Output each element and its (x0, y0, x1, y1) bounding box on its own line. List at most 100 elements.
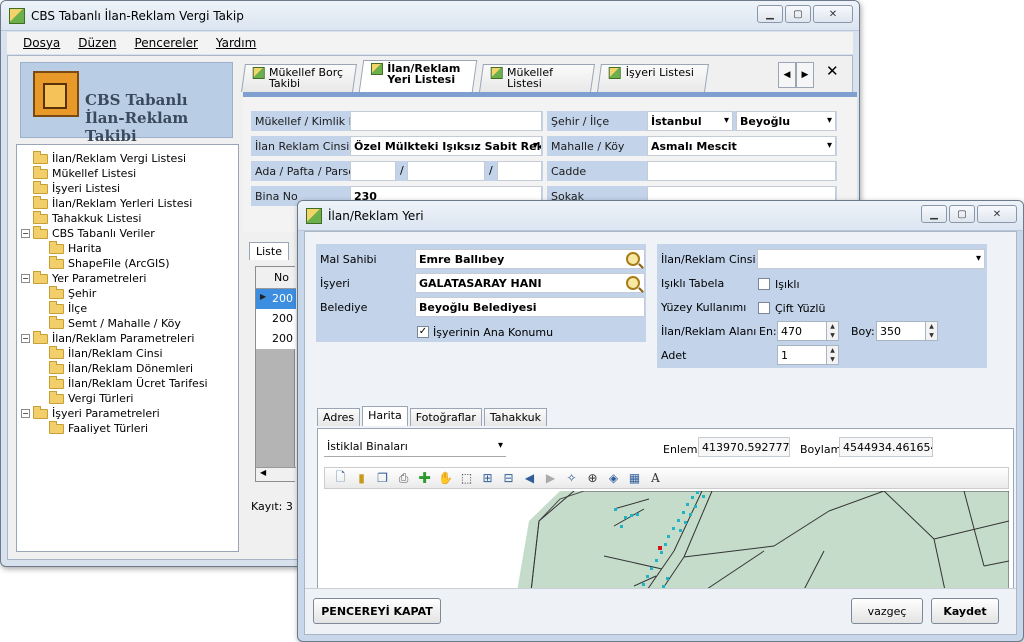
ada-input[interactable] (350, 161, 396, 181)
tree-item[interactable]: İlan/Reklam Cinsi (21, 345, 234, 361)
tab-ilan-reklam-yeri[interactable]: İlan/Reklam Yeri Listesi (358, 60, 478, 92)
zoom-in-icon[interactable]: ⊞ (480, 471, 495, 486)
boylam-field[interactable]: 4544934.46165454 (839, 437, 933, 457)
sehir-select[interactable]: İstanbul (647, 111, 733, 131)
enlem-field[interactable]: 413970.592777204 (698, 437, 790, 457)
zoom-out-icon[interactable]: ⊟ (501, 471, 516, 486)
search-icon[interactable] (626, 252, 640, 266)
collapse-icon[interactable]: − (21, 229, 30, 238)
menu-duzen[interactable]: Düzen (78, 36, 116, 50)
dialog-minimize-icon[interactable]: ▁ (921, 205, 947, 223)
close-icon[interactable]: ✕ (813, 5, 853, 23)
tree-item[interactable]: Vergi Türleri (21, 390, 234, 406)
layer-select[interactable]: İstiklal Binaları (324, 437, 506, 457)
tree-item[interactable]: İlan/Reklam Yerleri Listesi (21, 195, 234, 211)
tab-scroll-right-icon[interactable]: ▶ (796, 62, 814, 88)
close-window-button[interactable]: PENCEREYİ KAPAT (313, 598, 441, 624)
cadde-input[interactable] (647, 161, 836, 181)
isikli-checkbox[interactable] (758, 278, 770, 290)
separator: / (489, 164, 493, 177)
table-row[interactable]: 200 (256, 309, 296, 329)
dialog-close-icon[interactable]: ✕ (977, 205, 1017, 223)
tree-item[interactable]: − İlan/Reklam Parametreleri (21, 330, 234, 346)
pan-hand-icon[interactable]: ✋ (438, 471, 453, 486)
boy-stepper[interactable]: 350 ▲ ▼ (876, 321, 938, 341)
tree-item[interactable]: Faaliyet Türleri (21, 420, 234, 436)
back-icon[interactable]: ◀ (522, 471, 537, 486)
stepper-arrows-icon[interactable]: ▲ ▼ (925, 322, 937, 340)
add-icon[interactable]: ✚ (417, 469, 432, 487)
collapse-icon[interactable]: − (21, 409, 30, 418)
cancel-button[interactable]: vazgeç (851, 598, 923, 624)
ana-konum-checkbox[interactable]: ✓ (417, 326, 429, 338)
tree-item[interactable]: Şehir (21, 285, 234, 301)
tab-mukellef-listesi[interactable]: Mükellef Listesi (479, 64, 595, 92)
tab-liste[interactable]: Liste (249, 242, 289, 260)
forward-icon[interactable]: ▶ (543, 471, 558, 486)
text-icon[interactable]: A (648, 471, 663, 486)
mahalle-select[interactable]: Asmalı Mescit (647, 136, 836, 156)
folder-icon (49, 390, 64, 404)
layers-icon[interactable]: ◈ (606, 471, 621, 486)
print-icon[interactable]: ⎙ (396, 471, 411, 486)
select-icon[interactable]: ⬚ (459, 471, 474, 486)
tree-item[interactable]: Harita (21, 240, 234, 256)
tree-item[interactable]: İşyeri Listesi (21, 180, 234, 196)
collapse-icon[interactable]: − (21, 334, 30, 343)
selected-point-marker[interactable] (658, 546, 662, 550)
mal-sahibi-input[interactable]: Emre Ballıbey (415, 249, 645, 269)
tab-close-icon[interactable]: ✕ (826, 62, 839, 80)
tab-harita[interactable]: Harita (362, 406, 408, 426)
stepper-arrows-icon[interactable]: ▲ ▼ (826, 322, 838, 340)
save-button[interactable]: Kaydet (931, 598, 999, 624)
tree-item[interactable]: − İşyeri Parametreleri (21, 405, 234, 421)
tree-item[interactable]: İlçe (21, 300, 234, 316)
tree-item[interactable]: İlan/Reklam Ücret Tarifesi (21, 375, 234, 391)
pafta-input[interactable] (407, 161, 485, 181)
open-icon[interactable]: ▮ (354, 471, 369, 486)
adet-stepper[interactable]: 1 ▲ ▼ (777, 345, 839, 365)
isyeri-input[interactable]: GALATASARAY HANI (415, 273, 645, 293)
ilan-cinsi-dropdown[interactable] (757, 249, 985, 269)
main-window-title: CBS Tabanlı İlan-Reklam Vergi Takip (31, 8, 244, 23)
menu-yardim[interactable]: Yardım (216, 36, 256, 50)
tab-scroll-left-icon[interactable]: ◀ (778, 62, 796, 88)
tree-item[interactable]: ShapeFile (ArcGIS) (21, 255, 234, 271)
new-file-icon[interactable]: 🗋 (333, 470, 348, 486)
copy-icon[interactable]: ❐ (375, 471, 390, 486)
tab-adres[interactable]: Adres (317, 408, 361, 426)
menu-dosya[interactable]: Dosya (23, 36, 60, 50)
belediye-input[interactable]: Beyoğlu Belediyesi (415, 297, 645, 317)
tab-fotograflar[interactable]: Fotoğraflar (409, 408, 482, 426)
minimize-icon[interactable]: ▁ (757, 5, 783, 23)
menu-pencereler[interactable]: Pencereler (134, 36, 197, 50)
folder-icon (33, 180, 48, 194)
search-icon[interactable] (626, 276, 640, 290)
tab-isyeri-listesi[interactable]: İşyeri Listesi (597, 64, 709, 92)
maximize-icon[interactable]: ▢ (785, 5, 811, 23)
tab-tahakkuk[interactable]: Tahakkuk (483, 408, 548, 426)
tab-mukellef-borc[interactable]: Mükellef Borç Takibi (241, 64, 357, 92)
tree-item[interactable]: − Yer Parametreleri (21, 270, 234, 286)
ilce-select[interactable]: Beyoğlu (736, 111, 836, 131)
identify-icon[interactable]: ✧ (564, 471, 579, 486)
scroll-left-icon[interactable]: ◀ (256, 467, 296, 481)
collapse-icon[interactable]: − (21, 274, 30, 283)
en-stepper[interactable]: 470 ▲ ▼ (777, 321, 839, 341)
stepper-arrows-icon[interactable]: ▲ ▼ (826, 346, 838, 364)
dialog-maximize-icon[interactable]: ▢ (949, 205, 975, 223)
tree-item[interactable]: İlan/Reklam Vergi Listesi (21, 150, 234, 166)
tree-item[interactable]: İlan/Reklam Dönemleri (21, 360, 234, 376)
parsel-input[interactable] (497, 161, 542, 181)
tree-item[interactable]: − CBS Tabanlı Veriler (21, 225, 234, 241)
tree-item[interactable]: Tahakkuk Listesi (21, 210, 234, 226)
tree-item[interactable]: Semt / Mahalle / Köy (21, 315, 234, 331)
mukellef-input[interactable] (350, 111, 542, 131)
target-icon[interactable]: ⊕ (585, 471, 600, 486)
cift-yuzlu-checkbox[interactable] (758, 302, 770, 314)
grid-icon[interactable]: ▦ (627, 471, 642, 486)
tree-item[interactable]: Mükellef Listesi (21, 165, 234, 181)
result-grid: No 200 ▶ 200 200 ◀ (255, 266, 296, 482)
table-row[interactable]: 200 (256, 329, 296, 349)
ilan-cinsi-select[interactable]: Özel Mülkteki Işıksız Sabit Rekl (350, 136, 542, 156)
